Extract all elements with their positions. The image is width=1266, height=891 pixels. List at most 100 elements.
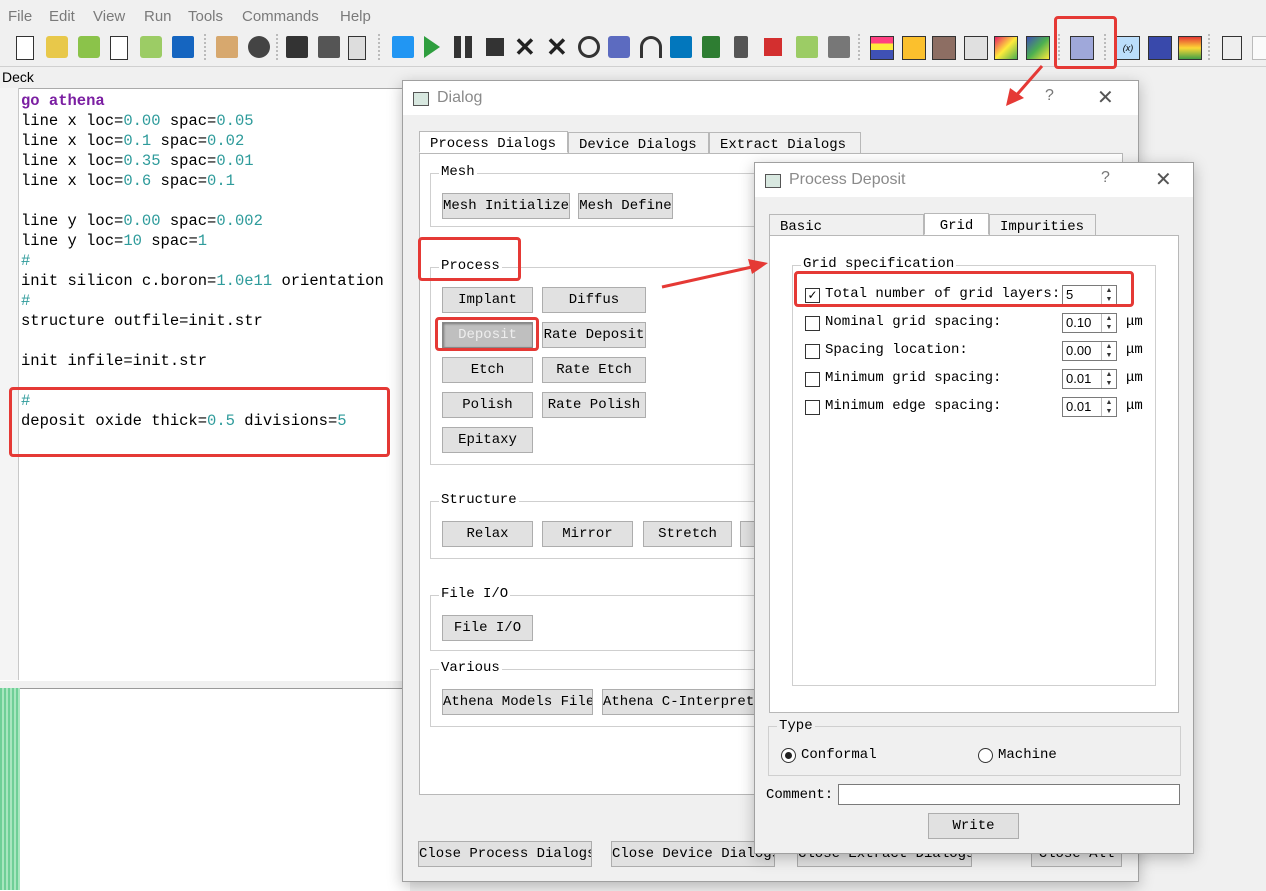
run-all-icon[interactable] bbox=[392, 36, 414, 58]
mesh-define-button[interactable]: Mesh Define bbox=[578, 193, 673, 219]
etch-button[interactable]: Etch bbox=[442, 357, 533, 383]
close-device-dialogs-button[interactable]: Close Device Dialogs bbox=[611, 841, 775, 867]
kill-icon[interactable]: ✕ bbox=[514, 34, 536, 60]
menu-edit[interactable]: Edit bbox=[49, 8, 75, 25]
extra-icon[interactable] bbox=[1252, 36, 1266, 60]
run-icon[interactable] bbox=[424, 36, 440, 58]
process-deposit-window: Process Deposit ? ✕ Basic Parameters Gri… bbox=[754, 162, 1194, 854]
cursor-icon[interactable] bbox=[734, 36, 748, 58]
tab-label: Impurities bbox=[1000, 219, 1085, 235]
check-icon[interactable] bbox=[796, 36, 818, 58]
rate-etch-button[interactable]: Rate Etch bbox=[542, 357, 646, 383]
editor-icon[interactable] bbox=[964, 36, 988, 60]
devedit-icon[interactable] bbox=[902, 36, 926, 60]
spin-arrows-icon[interactable]: ▲ ▼ bbox=[1101, 342, 1116, 360]
mesh-initialize-button[interactable]: Mesh Initialize bbox=[442, 193, 570, 219]
structure-group-title: Structure bbox=[439, 492, 519, 508]
rate-deposit-button[interactable]: Rate Deposit bbox=[542, 322, 646, 348]
menu-run[interactable]: Run bbox=[144, 8, 172, 25]
breakpoint-icon[interactable] bbox=[670, 36, 692, 58]
new-file-icon[interactable] bbox=[16, 36, 34, 60]
mirror-button[interactable]: Mirror bbox=[542, 521, 633, 547]
pause-icon[interactable] bbox=[454, 36, 472, 58]
close-icon[interactable]: ✕ bbox=[1097, 85, 1114, 110]
polish-button[interactable]: Polish bbox=[442, 392, 533, 418]
step-icon[interactable] bbox=[608, 36, 630, 58]
athena-c-interpreter-button[interactable]: Athena C-Interprete bbox=[602, 689, 762, 715]
edit-icon[interactable] bbox=[216, 36, 238, 58]
rate-polish-button[interactable]: Rate Polish bbox=[542, 392, 646, 418]
various-group-title: Various bbox=[439, 660, 502, 676]
close-icon[interactable]: ✕ bbox=[1155, 167, 1172, 192]
tab-impurities[interactable]: Impurities bbox=[989, 214, 1096, 236]
open-folder-icon[interactable] bbox=[78, 36, 100, 58]
open-file-icon[interactable] bbox=[46, 36, 68, 58]
table-icon[interactable] bbox=[1148, 36, 1172, 60]
import-icon[interactable] bbox=[140, 36, 162, 58]
spin-arrows-icon[interactable]: ▲ ▼ bbox=[1101, 398, 1116, 416]
close-process-dialogs-button[interactable]: Close Process Dialogs bbox=[418, 841, 592, 867]
comment-input[interactable] bbox=[838, 784, 1180, 805]
nominal-grid-spacing-spinbox[interactable]: 0.10 ▲ ▼ bbox=[1062, 313, 1117, 333]
spacing-location-spinbox[interactable]: 0.00 ▲ ▼ bbox=[1062, 341, 1117, 361]
minimum-grid-spacing-spinbox[interactable]: 0.01 ▲ ▼ bbox=[1062, 369, 1117, 389]
menu-file[interactable]: File bbox=[8, 8, 32, 25]
minimum-grid-spacing-checkbox[interactable] bbox=[805, 372, 820, 387]
step-over-icon[interactable] bbox=[640, 36, 662, 58]
download-icon[interactable] bbox=[828, 36, 850, 58]
nominal-grid-spacing-label: Nominal grid spacing: bbox=[825, 314, 1002, 330]
screenshot-icon[interactable] bbox=[1222, 36, 1242, 60]
file-io-button[interactable]: File I/O bbox=[442, 615, 533, 641]
structure-icon[interactable] bbox=[932, 36, 956, 60]
tab-process-dialogs[interactable]: Process Dialogs bbox=[419, 131, 568, 153]
plot3d-icon[interactable] bbox=[1026, 36, 1050, 60]
step-into-icon[interactable] bbox=[702, 36, 720, 58]
colormap-icon[interactable] bbox=[1178, 36, 1202, 60]
record-icon[interactable] bbox=[764, 38, 782, 56]
tab-label: Device Dialogs bbox=[579, 137, 697, 153]
redo-icon[interactable] bbox=[248, 36, 270, 58]
save-icon[interactable] bbox=[172, 36, 194, 58]
help-icon[interactable]: ? bbox=[1045, 87, 1054, 105]
menu-help[interactable]: Help bbox=[340, 8, 371, 25]
plot-icon[interactable] bbox=[994, 36, 1018, 60]
variables-icon[interactable]: (x) bbox=[1116, 36, 1140, 60]
menu-tools[interactable]: Tools bbox=[188, 8, 223, 25]
stop-icon[interactable] bbox=[486, 38, 504, 56]
implant-button[interactable]: Implant bbox=[442, 287, 533, 313]
tab-device-dialogs[interactable]: Device Dialogs bbox=[568, 132, 709, 154]
conformal-radio[interactable] bbox=[781, 748, 796, 763]
epitaxy-button[interactable]: Epitaxy bbox=[442, 427, 533, 453]
output-pane[interactable] bbox=[0, 688, 410, 891]
new-page-icon[interactable] bbox=[110, 36, 128, 60]
relax-button[interactable]: Relax bbox=[442, 521, 533, 547]
copy-icon[interactable] bbox=[318, 36, 340, 58]
minimum-edge-spacing-spinbox[interactable]: 0.01 ▲ ▼ bbox=[1062, 397, 1117, 417]
menu-view[interactable]: View bbox=[93, 8, 125, 25]
minimum-edge-spacing-checkbox[interactable] bbox=[805, 400, 820, 415]
diffus-button[interactable]: Diffus bbox=[542, 287, 646, 313]
tonyplot-icon[interactable] bbox=[870, 36, 894, 60]
machine-radio[interactable] bbox=[978, 748, 993, 763]
athena-models-file-button[interactable]: Athena Models File bbox=[442, 689, 593, 715]
menu-commands[interactable]: Commands bbox=[242, 8, 319, 25]
spin-value: 0.01 bbox=[1066, 371, 1092, 386]
spin-arrows-icon[interactable]: ▲ ▼ bbox=[1101, 314, 1116, 332]
tab-extract-dialogs[interactable]: Extract Dialogs bbox=[709, 132, 861, 154]
spacing-location-checkbox[interactable] bbox=[805, 344, 820, 359]
tab-basic-parameters[interactable]: Basic Parameters bbox=[769, 214, 924, 253]
code-line: line x loc=0.00 spac=0.05 bbox=[21, 112, 254, 130]
write-button[interactable]: Write bbox=[928, 813, 1019, 839]
paste-icon[interactable] bbox=[348, 36, 366, 60]
spin-arrows-icon[interactable]: ▲ ▼ bbox=[1101, 370, 1116, 388]
cut-icon[interactable] bbox=[286, 36, 308, 58]
editor-gutter bbox=[0, 88, 19, 680]
stretch-button[interactable]: Stretch bbox=[643, 521, 732, 547]
nominal-grid-spacing-checkbox[interactable] bbox=[805, 316, 820, 331]
tab-grid[interactable]: Grid bbox=[924, 213, 989, 235]
deck-label: Deck bbox=[2, 69, 34, 85]
kill-all-icon[interactable]: ✕ bbox=[546, 34, 568, 60]
help-icon[interactable]: ? bbox=[1101, 169, 1110, 187]
power-icon[interactable] bbox=[578, 36, 600, 58]
code-line: line y loc=10 spac=1 bbox=[21, 232, 208, 250]
